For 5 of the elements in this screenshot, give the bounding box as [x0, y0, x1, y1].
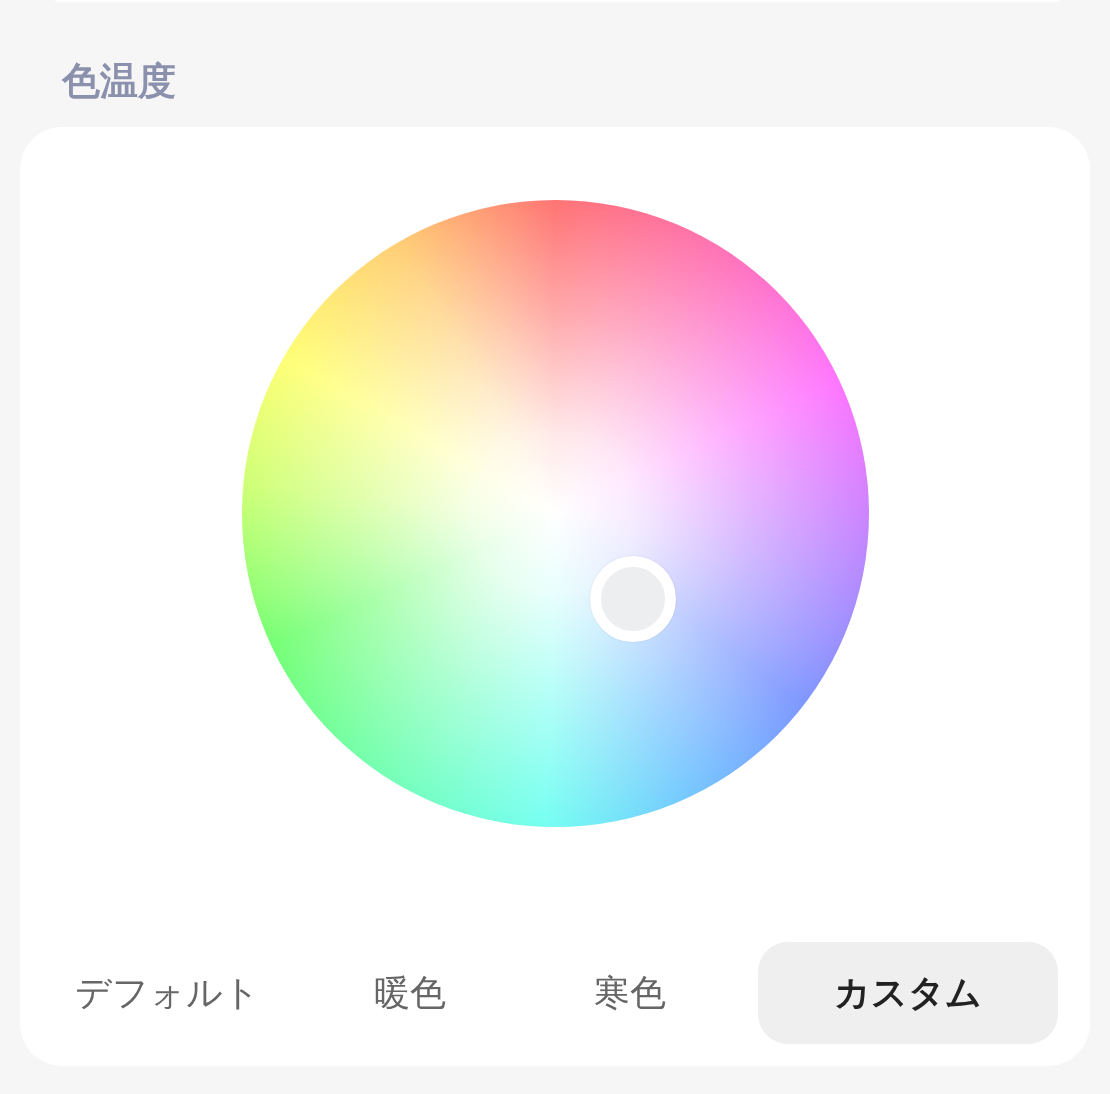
preset-tab[interactable]: デフォルト — [52, 942, 282, 1044]
preset-tab[interactable]: カスタム — [757, 942, 1058, 1044]
preset-tab[interactable]: 寒色 — [537, 942, 724, 1044]
section-title: 色温度 — [62, 58, 176, 104]
preset-tab[interactable]: 暖色 — [316, 942, 503, 1044]
